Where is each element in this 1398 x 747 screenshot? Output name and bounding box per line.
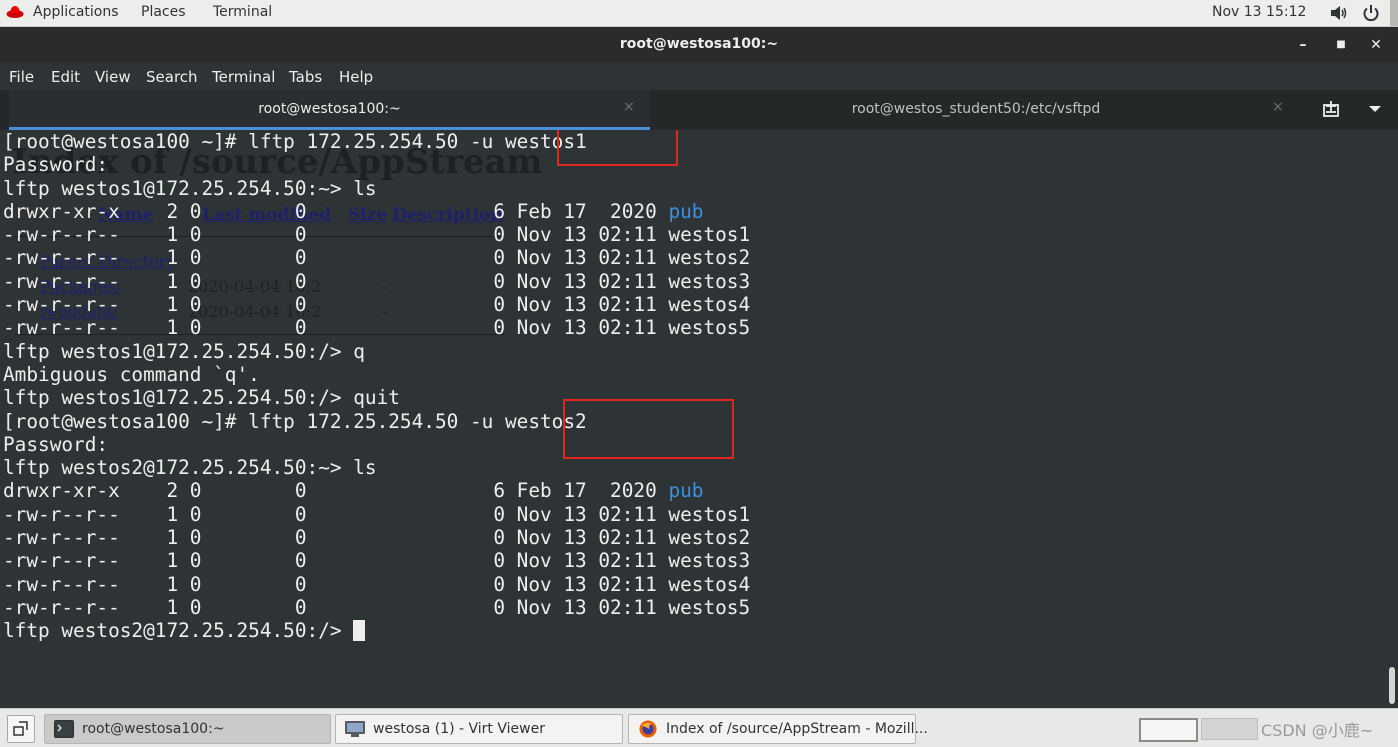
terminal-line: lftp westos1@172.25.254.50:/> q (3, 339, 365, 363)
tab-westos-student50[interactable]: root@westos_student50:/etc/vsftpd × (650, 90, 1302, 130)
terminal-line: -rw-r--r-- 1 0 0 0 Nov 13 02:11 westos2 (3, 526, 751, 550)
bottom-taskbar: root@westosa100:~ westosa (1) - Virt Vie… (0, 708, 1398, 747)
terminal-line: -rw-r--r-- 1 0 0 0 Nov 13 02:11 westos1 (3, 223, 751, 247)
menu-file[interactable]: File (9, 68, 34, 86)
terminal-line: -rw-r--r-- 1 0 0 0 Nov 13 02:11 westos4 (3, 293, 751, 317)
show-desktop-icon[interactable] (7, 715, 35, 743)
screen-edge (1390, 0, 1398, 26)
power-icon[interactable] (1362, 4, 1380, 22)
annotation-box-westos2 (563, 399, 734, 459)
terminal-icon (54, 720, 74, 738)
taskbar-item-firefox[interactable]: Index of /source/AppStream - Mozill... (628, 714, 928, 744)
workspace-switcher-1[interactable] (1139, 718, 1198, 742)
terminal-view[interactable]: Index of /source/AppStream Name Last mod… (0, 130, 1386, 708)
watermark: CSDN @小鹿~ (1261, 721, 1374, 740)
tab-label: root@westos_student50:/etc/vsftpd (851, 101, 1101, 117)
terminal-line: lftp westos2@172.25.254.50:~> ls (3, 456, 377, 480)
places-menu[interactable]: Places (141, 4, 186, 20)
window-title: root@westosa100:~ (619, 36, 779, 52)
taskbar-item-label: Index of /source/AppStream - Mozill... (666, 721, 928, 737)
tab-close-icon[interactable]: × (1272, 99, 1284, 115)
taskbar-item-label: westosa (1) - Virt Viewer (373, 721, 545, 737)
taskbar-item-virt-viewer[interactable]: westosa (1) - Virt Viewer (335, 714, 623, 744)
terminal-line: drwxr-xr-x 2 0 0 6 Feb 17 2020 pub (3, 199, 704, 223)
clock[interactable]: Nov 13 15:12 (1212, 4, 1306, 20)
text-cursor (353, 620, 366, 642)
new-tab-icon[interactable] (1322, 101, 1342, 119)
terminal-line: -rw-r--r-- 1 0 0 0 Nov 13 02:11 westos5 (3, 595, 751, 619)
menu-view[interactable]: View (95, 68, 131, 86)
terminal-line: -rw-r--r-- 1 0 0 0 Nov 13 02:11 westos5 (3, 316, 751, 340)
terminal-line: drwxr-xr-x 2 0 0 6 Feb 17 2020 pub (3, 479, 704, 503)
terminal-output: [root@westosa100 ~]# lftp 172.25.254.50 … (3, 130, 750, 643)
terminal-line: -rw-r--r-- 1 0 0 0 Nov 13 02:11 westos3 (3, 549, 751, 573)
terminal-line: Ambiguous command `q'. (3, 362, 260, 386)
volume-icon[interactable] (1330, 5, 1348, 21)
menu-terminal[interactable]: Terminal (212, 68, 275, 86)
maximize-button[interactable]: ■ (1331, 35, 1351, 55)
taskbar-item-label: root@westosa100:~ (82, 721, 225, 737)
terminal-line: -rw-r--r-- 1 0 0 0 Nov 13 02:11 westos2 (3, 246, 751, 270)
tab-label: root@westosa100:~ (258, 101, 401, 117)
terminal-app-menu[interactable]: Terminal (213, 4, 272, 20)
close-button[interactable]: ✕ (1366, 35, 1386, 55)
tab-close-icon[interactable]: × (623, 99, 635, 115)
workspace-switcher-2[interactable] (1201, 718, 1258, 740)
directory-name: pub (668, 199, 704, 223)
tab-root-westosa100[interactable]: root@westosa100:~ × (9, 90, 650, 130)
terminal-line: [root@westosa100 ~]# lftp 172.25.254.50 … (3, 130, 587, 153)
terminal-line: lftp westos1@172.25.254.50:~> ls (3, 176, 377, 200)
redhat-icon[interactable] (6, 5, 24, 19)
menu-bar: File Edit View Search Terminal Tabs Help (0, 63, 1398, 90)
taskbar-item-terminal[interactable]: root@westosa100:~ (44, 714, 331, 744)
menu-help[interactable]: Help (339, 68, 373, 86)
applications-menu[interactable]: Applications (33, 4, 119, 20)
minimize-button[interactable]: – (1293, 35, 1313, 55)
terminal-line: Password: (3, 153, 109, 177)
terminal-line: Password: (3, 432, 109, 456)
scrollbar-thumb[interactable] (1389, 667, 1395, 704)
menu-search[interactable]: Search (146, 68, 198, 86)
tab-menu-chevron-down-icon[interactable] (1369, 106, 1381, 112)
firefox-icon (639, 720, 657, 738)
window-titlebar[interactable]: root@westosa100:~ – ■ ✕ (0, 27, 1398, 63)
annotation-box-westos1 (557, 130, 678, 166)
directory-name: pub (668, 479, 704, 503)
terminal-line: -rw-r--r-- 1 0 0 0 Nov 13 02:11 westos4 (3, 572, 751, 596)
menu-edit[interactable]: Edit (51, 68, 80, 86)
vertical-scrollbar[interactable] (1386, 130, 1398, 708)
terminal-line: -rw-r--r-- 1 0 0 0 Nov 13 02:11 westos3 (3, 269, 751, 293)
tab-bar: root@westosa100:~ × root@westos_student5… (0, 90, 1398, 130)
terminal-line: lftp westos1@172.25.254.50:/> quit (3, 386, 400, 410)
terminal-line: -rw-r--r-- 1 0 0 0 Nov 13 02:11 westos1 (3, 502, 751, 526)
terminal-line: [root@westosa100 ~]# lftp 172.25.254.50 … (3, 409, 587, 433)
menu-tabs[interactable]: Tabs (289, 68, 322, 86)
top-panel: Applications Places Terminal Nov 13 15:1… (0, 0, 1398, 27)
virt-viewer-icon (345, 721, 365, 737)
terminal-prompt-line[interactable]: lftp westos2@172.25.254.50:/> (3, 619, 366, 642)
